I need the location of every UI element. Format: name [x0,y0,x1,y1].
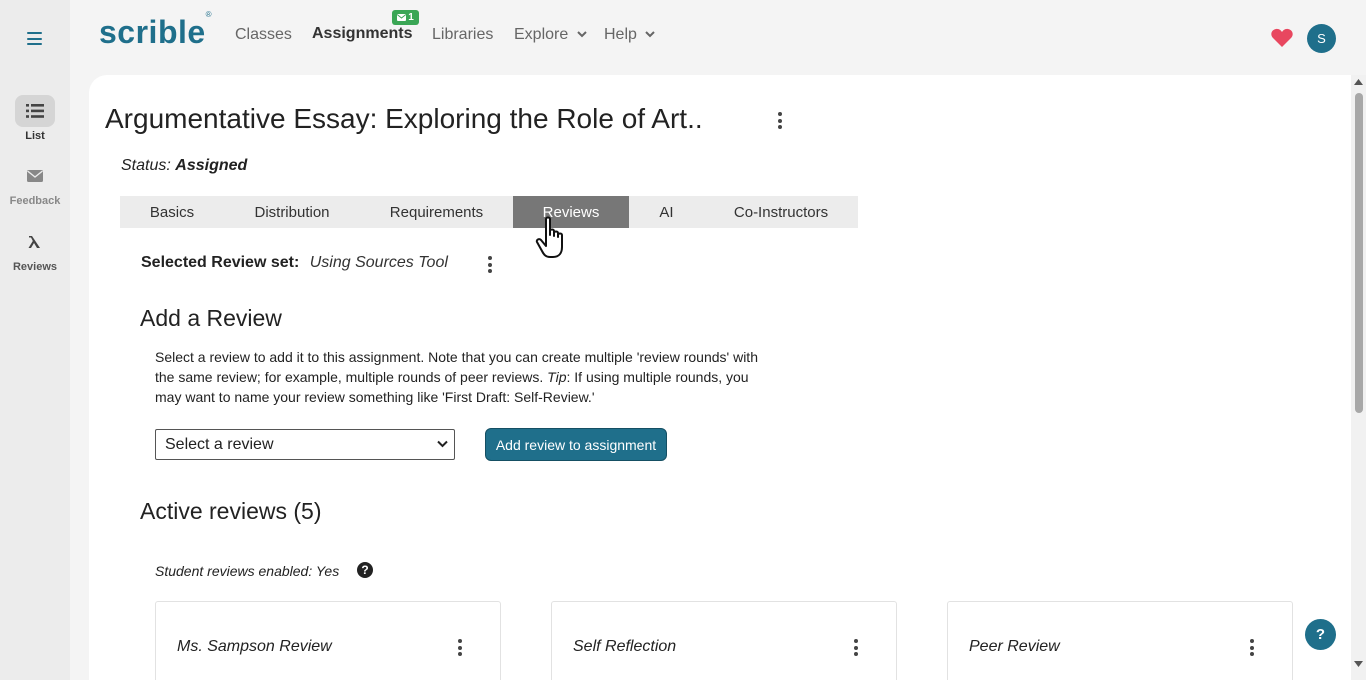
help-button[interactable]: ? [1305,619,1336,650]
lambda-icon [15,226,55,258]
question-circle-icon[interactable]: ? [357,562,373,578]
tab-co-instructors[interactable]: Co-Instructors [704,196,858,228]
rail-item-list[interactable]: List [0,95,70,142]
review-select[interactable]: Select a review [155,429,455,460]
selected-review-set: Selected Review set: Using Sources Tool [141,254,448,271]
rail-item-reviews[interactable]: Reviews [0,226,70,273]
review-card-title: Self Reflection [573,638,677,655]
nav-classes[interactable]: Classes [235,26,292,44]
review-set-more-options-icon[interactable] [488,256,492,273]
tab-requirements[interactable]: Requirements [360,196,513,228]
rail-item-feedback[interactable]: Feedback [0,160,70,207]
envelope-icon [397,14,407,21]
main-content: Argumentative Essay: Exploring the Role … [89,75,1351,680]
tab-distribution[interactable]: Distribution [224,196,360,228]
scrible-logo[interactable]: scrible® [99,10,212,51]
add-review-heading: Add a Review [140,305,282,331]
list-icon [15,95,55,127]
badge-count: 1 [408,12,414,23]
card-more-options-icon[interactable] [458,639,462,656]
rail-item-label: Feedback [9,195,61,207]
review-card[interactable]: Self Reflection [551,601,897,680]
card-more-options-icon[interactable] [854,639,858,656]
top-navigation: scrible® Classes Assignments 1 Libraries… [70,0,1366,75]
page-title: Argumentative Essay: Exploring the Role … [105,103,705,134]
nav-help[interactable]: Help [604,26,656,44]
scrollbar-thumb[interactable] [1355,93,1363,413]
rail-item-label: List [25,130,45,142]
nav-explore[interactable]: Explore [514,26,587,44]
left-rail: List Feedback Reviews [0,0,70,680]
nav-libraries[interactable]: Libraries [432,26,493,44]
add-review-button[interactable]: Add review to assignment [485,428,667,461]
assignment-status: Status: Assigned [121,157,248,174]
tab-ai[interactable]: AI [629,196,704,228]
notification-badge[interactable]: 1 [392,10,419,25]
tab-basics[interactable]: Basics [120,196,224,228]
registered-mark: ® [205,10,213,20]
card-more-options-icon[interactable] [1250,639,1254,656]
vertical-scrollbar[interactable] [1351,75,1366,680]
rail-item-label: Reviews [12,261,58,273]
heart-icon[interactable] [1271,28,1293,48]
assignment-tabs: Basics Distribution Requirements Reviews… [120,196,858,228]
title-more-options-icon[interactable] [778,112,782,129]
chevron-down-icon [645,31,656,38]
chevron-down-icon [576,31,587,38]
scroll-down-arrow-icon[interactable] [1354,661,1363,667]
review-card-title: Peer Review [969,638,1060,655]
chevron-down-icon [437,440,448,448]
envelope-icon [15,160,55,192]
review-card[interactable]: Peer Review [947,601,1293,680]
review-card[interactable]: Ms. Sampson Review [155,601,501,680]
student-reviews-status: Student reviews enabled: Yes [155,563,340,579]
review-card-title: Ms. Sampson Review [177,638,332,655]
scroll-up-arrow-icon[interactable] [1354,79,1363,85]
tab-reviews[interactable]: Reviews [513,196,629,228]
nav-assignments[interactable]: Assignments [312,25,412,43]
active-reviews-heading: Active reviews (5) [140,498,322,524]
hamburger-menu-icon[interactable] [27,32,43,46]
add-review-description: Select a review to add it to this assign… [155,349,758,405]
hand-pointer-cursor-icon [535,216,563,258]
user-avatar[interactable]: S [1307,24,1336,53]
